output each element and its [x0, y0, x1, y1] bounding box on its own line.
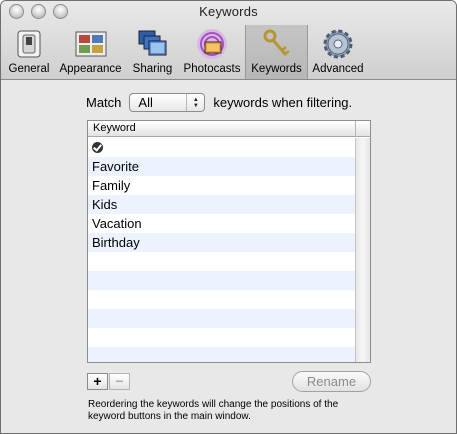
table-row[interactable]: Vacation — [88, 214, 356, 233]
table-row[interactable] — [88, 290, 356, 309]
toolbar-sharing[interactable]: Sharing — [126, 25, 179, 79]
keyword-label: Kids — [92, 197, 118, 212]
toolbar-photocasts[interactable]: Photocasts — [179, 25, 245, 79]
keyword-table[interactable]: Keyword Favorite Family Kids Vacation Bi… — [87, 120, 371, 363]
switch-icon — [12, 28, 46, 60]
toolbar-label: General — [8, 63, 50, 75]
keywords-pane: Match All ▲ ▼ keywords when filtering. Ke… — [1, 81, 456, 433]
toolbar-label: Sharing — [132, 63, 173, 75]
toolbar-label: Advanced — [312, 63, 364, 75]
table-row[interactable]: Favorite — [88, 157, 356, 176]
toolbar-keywords[interactable]: Keywords — [245, 25, 308, 79]
match-label: Match — [86, 95, 122, 110]
gear-icon — [321, 28, 355, 60]
toolbar-appearance[interactable]: Appearance — [55, 25, 126, 79]
toolbar-label: Keywords — [251, 63, 302, 75]
table-row[interactable] — [88, 347, 356, 362]
titlebar-toolbar: Keywords General Appearance Sharing Phot… — [1, 1, 456, 80]
table-row[interactable] — [88, 138, 356, 157]
toolbar-label: Appearance — [59, 63, 122, 75]
toolbar-general[interactable]: General — [3, 25, 55, 79]
keyword-label: Vacation — [92, 216, 142, 231]
keyword-list: Favorite Family Kids Vacation Birthday — [88, 138, 356, 362]
match-filter-row: Match All ▲ ▼ keywords when filtering. — [86, 93, 352, 112]
sharing-icon — [136, 28, 170, 60]
toolbar-advanced[interactable]: Advanced — [308, 25, 368, 79]
photocasts-icon — [195, 28, 229, 60]
add-keyword-button[interactable]: + — [87, 373, 108, 390]
checkmark-icon — [92, 142, 103, 153]
vertical-scrollbar[interactable] — [355, 138, 370, 362]
remove-keyword-button[interactable]: − — [109, 373, 130, 390]
column-header-label: Keyword — [93, 122, 136, 134]
table-row[interactable] — [88, 252, 356, 271]
match-mode-value: All — [138, 95, 153, 110]
table-row[interactable]: Family — [88, 176, 356, 195]
window-title: Keywords — [199, 4, 258, 19]
table-row[interactable] — [88, 271, 356, 290]
match-mode-popup[interactable]: All ▲ ▼ — [129, 93, 206, 112]
appearance-icon — [74, 28, 108, 60]
reorder-note: Reordering the keywords will change the … — [88, 399, 339, 422]
table-row[interactable]: Birthday — [88, 233, 356, 252]
header-corner — [355, 121, 370, 136]
popup-arrows-icon: ▲ ▼ — [186, 94, 204, 111]
match-suffix-label: keywords when filtering. — [213, 95, 353, 110]
table-row[interactable] — [88, 309, 356, 328]
keyword-label: Birthday — [92, 235, 140, 250]
table-row[interactable]: Kids — [88, 195, 356, 214]
preferences-toolbar: General Appearance Sharing Photocasts Ke… — [3, 25, 368, 79]
preferences-window: Keywords General Appearance Sharing Phot… — [0, 0, 457, 434]
keyword-label: Family — [92, 178, 131, 193]
toolbar-label: Photocasts — [183, 63, 241, 75]
keyword-column-header[interactable]: Keyword — [88, 121, 370, 137]
rename-button[interactable]: Rename — [292, 371, 371, 392]
table-row[interactable] — [88, 328, 356, 347]
keyword-label: Favorite — [92, 159, 139, 174]
keys-icon — [260, 28, 294, 60]
